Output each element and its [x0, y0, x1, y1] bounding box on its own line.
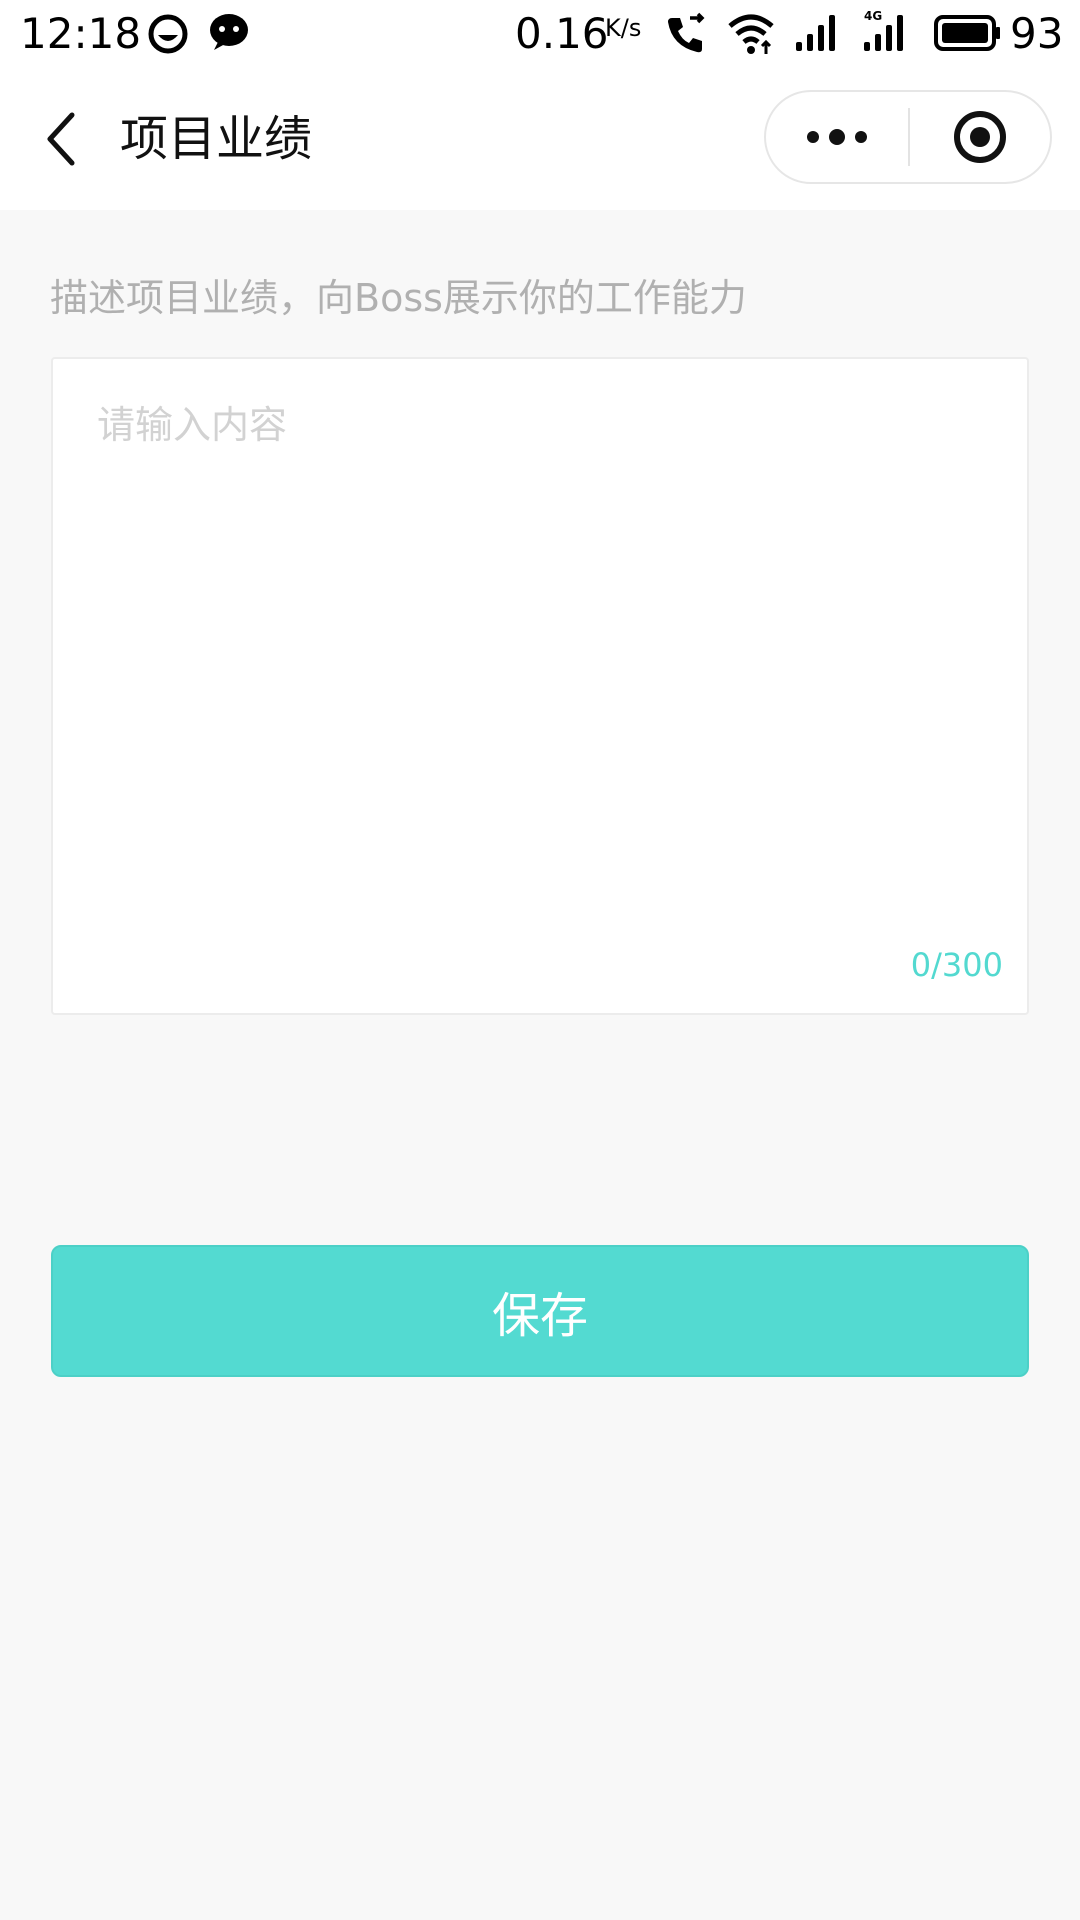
navigation-bar: 项目业绩 [0, 68, 1080, 210]
network-speed-unit: K/s [605, 14, 642, 42]
smile-face-icon [148, 14, 188, 54]
status-bar: 12:18 0.16 K/s 4G 93 [0, 0, 1080, 68]
back-button[interactable] [30, 104, 90, 174]
status-time: 12:18 [20, 9, 142, 58]
signal-icon [796, 15, 835, 51]
chevron-left-icon [47, 112, 75, 166]
page-title: 项目业绩 [120, 111, 313, 167]
call-forward-icon [668, 12, 705, 53]
battery-level: 93 [1010, 9, 1064, 58]
signal-4g-icon: 4G [864, 9, 903, 51]
network-speed-value: 0.16 [515, 9, 609, 58]
svg-text:4G: 4G [864, 9, 882, 23]
description-hint: 描述项目业绩，向Boss展示你的工作能力 [50, 276, 747, 320]
wifi-icon [728, 14, 774, 54]
record-circle-icon [954, 111, 1006, 163]
wechat-icon [210, 14, 248, 50]
project-achievement-textarea-box: 0/300 [51, 357, 1029, 1015]
close-miniprogram-button[interactable] [910, 92, 1050, 182]
more-button[interactable] [766, 92, 908, 182]
more-dots-icon [807, 129, 867, 145]
miniprogram-capsule [764, 90, 1052, 184]
battery-icon [934, 15, 1000, 51]
project-achievement-input[interactable] [97, 399, 987, 919]
character-counter: 0/300 [910, 946, 1003, 984]
save-button[interactable]: 保存 [51, 1245, 1029, 1377]
